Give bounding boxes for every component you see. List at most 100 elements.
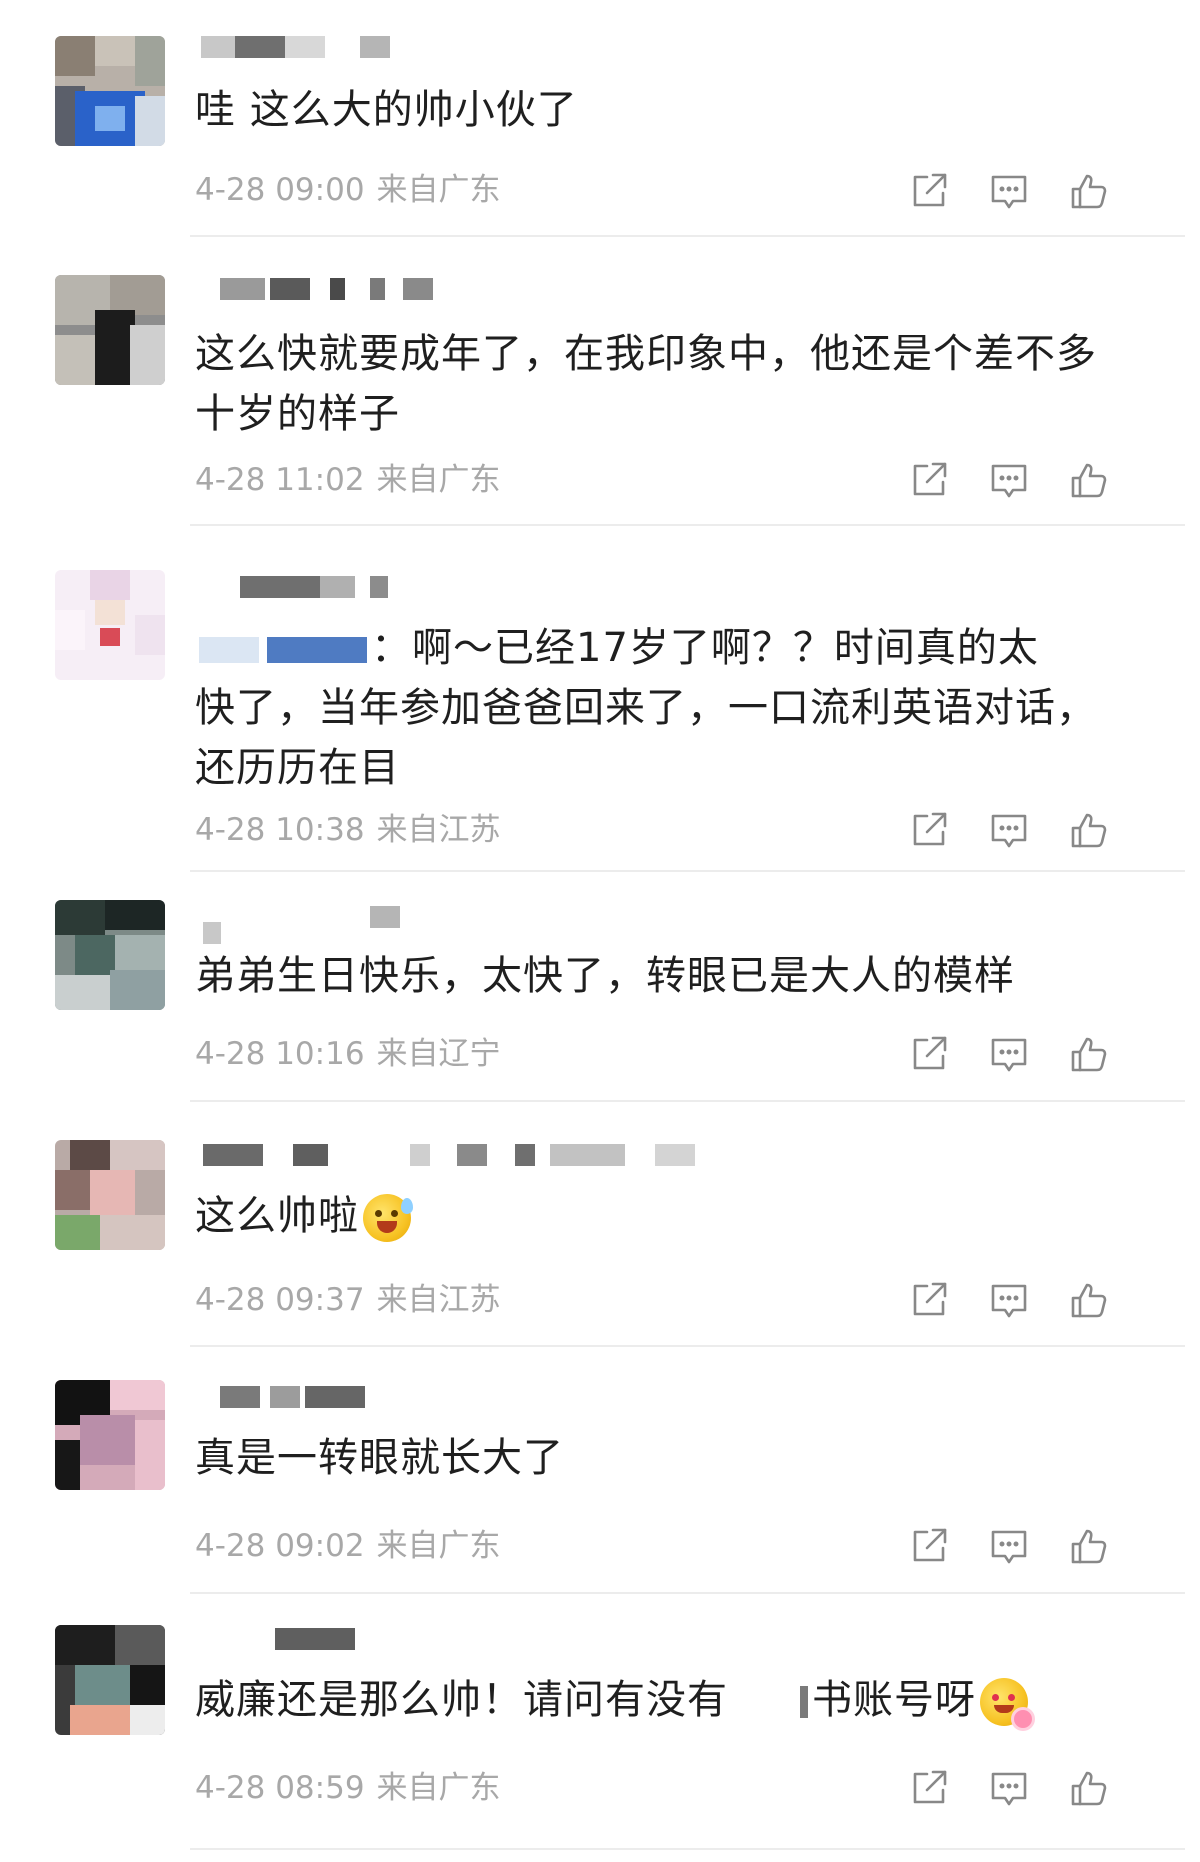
comment-icon [985, 167, 1033, 215]
comment-button[interactable] [985, 456, 1033, 504]
comment-icon [985, 1522, 1033, 1570]
avatar[interactable] [55, 275, 165, 385]
comment-location: 来自广东 [376, 172, 501, 208]
comment-text-line: 快了，当年参加爸爸回来了，一口流利英语对话， [195, 685, 1097, 731]
username[interactable] [195, 1380, 795, 1414]
comment-time: 4-28 08:59 [195, 1770, 365, 1806]
thumbs-up-icon [1065, 167, 1113, 215]
thumbs-up-icon [1065, 1276, 1113, 1324]
share-icon [905, 167, 953, 215]
avatar[interactable] [55, 1140, 165, 1250]
thumbs-up-button[interactable] [1065, 1522, 1113, 1570]
redacted-mention [267, 637, 367, 663]
comment-icon [985, 806, 1033, 854]
avatar[interactable] [55, 36, 165, 146]
comment-location: 来自广东 [376, 462, 501, 498]
thumbs-up-button[interactable] [1065, 167, 1113, 215]
thumbs-up-icon [1065, 1030, 1113, 1078]
comment-text-line: ：啊～已经17岁了啊？？时间真的太 [195, 618, 1155, 678]
divider [190, 235, 1185, 237]
username[interactable] [195, 272, 795, 306]
share-icon [905, 806, 953, 854]
comment-text-line: 这么快就要成年了，在我印象中，他还是个差不多 [195, 331, 1097, 377]
thumbs-up-icon [1065, 1522, 1113, 1570]
divider [190, 524, 1185, 526]
thumbs-up-button[interactable] [1065, 456, 1113, 504]
comment-feed: 哇 这么大的帅小伙了 4-28 09:00 来自广东 这么快就要成年了，在我印象中… [0, 0, 1200, 1862]
thumbs-up-button[interactable] [1065, 1764, 1113, 1812]
avatar[interactable] [55, 570, 165, 680]
share-icon [905, 1764, 953, 1812]
thumbs-up-button[interactable] [1065, 1030, 1113, 1078]
comment-meta: 4-28 10:16 来自辽宁 [195, 1034, 501, 1074]
avatar[interactable] [55, 1380, 165, 1490]
comment-actions [905, 1764, 1155, 1814]
comment-text: 这么快就要成年了，在我印象中，他还是个差不多 十岁的样子 [195, 324, 1155, 444]
divider [190, 870, 1185, 872]
avatar[interactable] [55, 1625, 165, 1735]
comment-actions [905, 1030, 1155, 1080]
comment-location: 来自江苏 [376, 812, 501, 848]
comment-actions [905, 1276, 1155, 1326]
thumbs-up-button[interactable] [1065, 806, 1113, 854]
comment-text: ：啊～已经17岁了啊？？时间真的太 快了，当年参加爸爸回来了，一口流利英语对话，… [195, 618, 1155, 798]
username[interactable] [195, 1138, 795, 1172]
redacted-text [800, 1686, 808, 1718]
comment-text: 这么帅啦 [195, 1186, 1155, 1246]
username[interactable] [195, 570, 795, 604]
comment-icon [985, 1764, 1033, 1812]
comment-meta: 4-28 09:37 来自江苏 [195, 1280, 501, 1320]
comment-meta: 4-28 09:00 来自广东 [195, 170, 501, 210]
comment-button[interactable] [985, 167, 1033, 215]
thumbs-up-icon [1065, 806, 1113, 854]
heart-eyes-flower-emoji-icon [980, 1678, 1032, 1728]
share-button[interactable] [905, 1764, 953, 1812]
comment-time: 4-28 09:00 [195, 172, 365, 208]
comment-button[interactable] [985, 1276, 1033, 1324]
username[interactable] [195, 30, 795, 64]
comment-location: 来自江苏 [376, 1282, 501, 1318]
comment-time: 4-28 10:38 [195, 812, 365, 848]
thumbs-up-icon [1065, 1764, 1113, 1812]
comment-actions [905, 806, 1155, 856]
share-button[interactable] [905, 456, 953, 504]
laughing-tears-emoji-icon [363, 1194, 413, 1242]
comment-text-line: 十岁的样子 [195, 391, 400, 437]
thumbs-up-icon [1065, 456, 1113, 504]
username[interactable] [195, 900, 795, 944]
comment-location: 来自广东 [376, 1770, 501, 1806]
comment-text-line: 还历历在目 [195, 745, 400, 791]
share-button[interactable] [905, 1276, 953, 1324]
share-icon [905, 1276, 953, 1324]
comment-button[interactable] [985, 1030, 1033, 1078]
comment-text: 威廉还是那么帅！请问有没有 书账号呀 [195, 1670, 1155, 1730]
comment-time: 4-28 09:02 [195, 1528, 365, 1564]
avatar[interactable] [55, 900, 165, 1010]
comment-icon [985, 456, 1033, 504]
share-button[interactable] [905, 1522, 953, 1570]
divider [190, 1100, 1185, 1102]
comment-location: 来自广东 [376, 1528, 501, 1564]
comment-time: 4-28 10:16 [195, 1036, 365, 1072]
comment-actions [905, 1522, 1155, 1572]
share-icon [905, 456, 953, 504]
thumbs-up-button[interactable] [1065, 1276, 1113, 1324]
comment-meta: 4-28 08:59 来自广东 [195, 1768, 501, 1808]
share-button[interactable] [905, 1030, 953, 1078]
share-button[interactable] [905, 806, 953, 854]
share-button[interactable] [905, 167, 953, 215]
comment-actions [905, 456, 1155, 506]
comment-time: 4-28 09:37 [195, 1282, 365, 1318]
divider [190, 1848, 1185, 1850]
comment-icon [985, 1030, 1033, 1078]
comment-button[interactable] [985, 806, 1033, 854]
comment-actions [905, 167, 1155, 217]
divider [190, 1345, 1185, 1347]
comment-button[interactable] [985, 1764, 1033, 1812]
comment-text: 哇 这么大的帅小伙了 [195, 87, 578, 133]
comment-meta: 4-28 09:02 来自广东 [195, 1526, 501, 1566]
comment-location: 来自辽宁 [376, 1036, 501, 1072]
comment-time: 4-28 11:02 [195, 462, 365, 498]
comment-button[interactable] [985, 1522, 1033, 1570]
username[interactable] [195, 1622, 795, 1656]
